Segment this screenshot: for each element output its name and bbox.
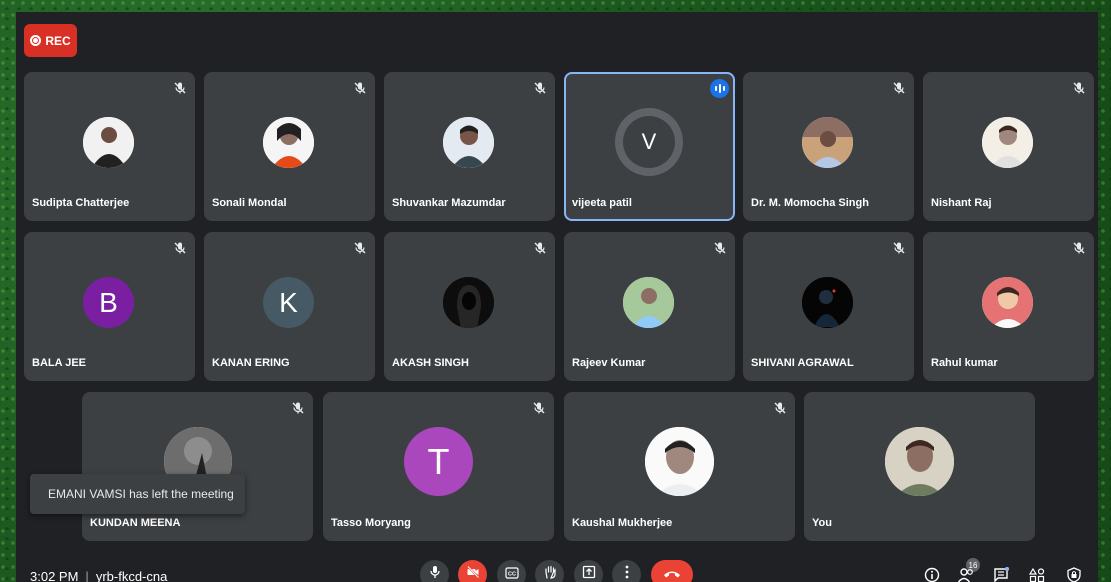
mic-off-icon [532, 401, 546, 415]
recording-badge[interactable]: REC [24, 24, 77, 57]
participant-name: Sudipta Chatterjee [32, 197, 130, 209]
participant-tile[interactable]: K KANAN ERING [204, 232, 375, 381]
participant-avatar [982, 277, 1033, 328]
participant-tile[interactable]: Nishant Raj [923, 72, 1094, 221]
activities-icon [1028, 567, 1045, 582]
mic-off-icon [892, 81, 906, 95]
meeting-window: REC Sudipta Chatterjee Sonali Mondal Shu… [16, 12, 1098, 582]
mic-off-icon [1072, 241, 1086, 255]
mic-off-icon [291, 401, 305, 415]
participant-tile[interactable]: B BALA JEE [24, 232, 195, 381]
microphone-button[interactable] [420, 560, 449, 582]
participant-name: KUNDAN MEENA [90, 517, 181, 529]
mic-off-icon [773, 401, 787, 415]
participant-tile[interactable]: Kaushal Mukherjee [564, 392, 795, 541]
info-icon [924, 567, 940, 582]
participant-name: Sonali Mondal [212, 197, 287, 209]
people-button[interactable] [955, 566, 977, 582]
participant-avatar [83, 117, 134, 168]
participant-tile[interactable]: Shuvankar Mazumdar [384, 72, 555, 221]
mic-off-icon [353, 81, 367, 95]
raise-hand-button[interactable] [535, 560, 564, 582]
mic-off-icon [533, 241, 547, 255]
recording-label: REC [45, 33, 71, 48]
participant-name: SHIVANI AGRAWAL [751, 357, 854, 369]
people-icon [957, 567, 975, 582]
notification-toast: EMANI VAMSI has left the meeting [30, 474, 245, 514]
participant-name: Shuvankar Mazumdar [392, 197, 506, 209]
participant-name: BALA JEE [32, 357, 86, 369]
participant-avatar [802, 117, 853, 168]
host-controls-icon [1067, 566, 1081, 582]
participant-name: Tasso Moryang [331, 517, 411, 529]
meeting-info: 3:02 PM | yrb-fkcd-cna [30, 569, 167, 582]
participant-tile[interactable]: T Tasso Moryang [323, 392, 554, 541]
camera-off-icon [466, 565, 480, 582]
mic-off-icon [173, 241, 187, 255]
chat-icon [993, 566, 1010, 582]
notification-text: EMANI VAMSI has left the meeting [48, 487, 234, 501]
mic-off-icon [1072, 81, 1086, 95]
mic-off-icon [173, 81, 187, 95]
camera-button[interactable] [458, 560, 487, 582]
participant-tile[interactable]: KUNDAN MEENA [82, 392, 313, 541]
participant-name: Nishant Raj [931, 197, 992, 209]
participant-avatar [802, 277, 853, 328]
chat-button[interactable] [990, 566, 1012, 582]
participant-name: You [812, 517, 832, 529]
record-icon [30, 35, 42, 46]
end-call-icon [663, 566, 681, 582]
participant-tile[interactable]: SHIVANI AGRAWAL [743, 232, 914, 381]
participant-tile[interactable]: Rahul kumar [923, 232, 1094, 381]
participant-name: AKASH SINGH [392, 357, 470, 369]
present-screen-button[interactable] [574, 560, 603, 582]
participant-tile-self[interactable]: You [804, 392, 1035, 541]
mic-off-icon [353, 241, 367, 255]
meeting-time: 3:02 PM [30, 569, 79, 582]
participant-name: KANAN ERING [212, 357, 290, 369]
participant-avatar-letter: K [263, 277, 314, 328]
participant-tile[interactable]: Sonali Mondal [204, 72, 375, 221]
mic-off-icon [892, 241, 906, 255]
leave-call-button[interactable] [651, 560, 693, 582]
meeting-info-separator: | [85, 569, 89, 582]
participant-tile-speaking[interactable]: V vijeeta patil [564, 72, 735, 221]
meeting-code: yrb-fkcd-cna [95, 569, 168, 582]
participant-tile[interactable]: Dr. M. Momocha Singh [743, 72, 914, 221]
participant-avatar [645, 427, 714, 496]
participant-avatar [443, 277, 494, 328]
participant-name: Rajeev Kumar [572, 357, 646, 369]
participant-avatar [982, 117, 1033, 168]
speaking-indicator-icon [710, 79, 729, 98]
participant-avatar-letter: T [404, 427, 473, 496]
participant-avatar [263, 117, 314, 168]
participant-name: vijeeta patil [572, 197, 632, 209]
participant-name: Kaushal Mukherjee [572, 517, 673, 529]
participant-tile[interactable]: Rajeev Kumar [564, 232, 735, 381]
svg-text:CC: CC [508, 571, 516, 577]
mic-off-icon [533, 81, 547, 95]
participant-name: Rahul kumar [931, 357, 998, 369]
mic-off-icon [713, 241, 727, 255]
more-options-button[interactable] [612, 560, 641, 582]
participant-avatar-letter: V [623, 116, 675, 168]
present-screen-icon [582, 565, 596, 582]
participant-avatar [885, 427, 954, 496]
participant-avatar [443, 117, 494, 168]
participant-tile[interactable]: Sudipta Chatterjee [24, 72, 195, 221]
participant-tile[interactable]: AKASH SINGH [384, 232, 555, 381]
captions-button[interactable]: CC [497, 560, 526, 582]
bottom-bar: 3:02 PM | yrb-fkcd-cna CC 16 [16, 556, 1098, 582]
meeting-details-button[interactable] [921, 566, 943, 582]
participant-avatar [623, 277, 674, 328]
participant-name: Dr. M. Momocha Singh [751, 197, 869, 209]
captions-icon: CC [504, 566, 519, 582]
microphone-icon [428, 565, 442, 582]
host-controls-button[interactable] [1063, 566, 1085, 582]
raise-hand-icon [543, 565, 557, 582]
activities-button[interactable] [1026, 566, 1048, 582]
more-options-icon [625, 565, 629, 582]
participant-avatar-letter: B [83, 277, 134, 328]
